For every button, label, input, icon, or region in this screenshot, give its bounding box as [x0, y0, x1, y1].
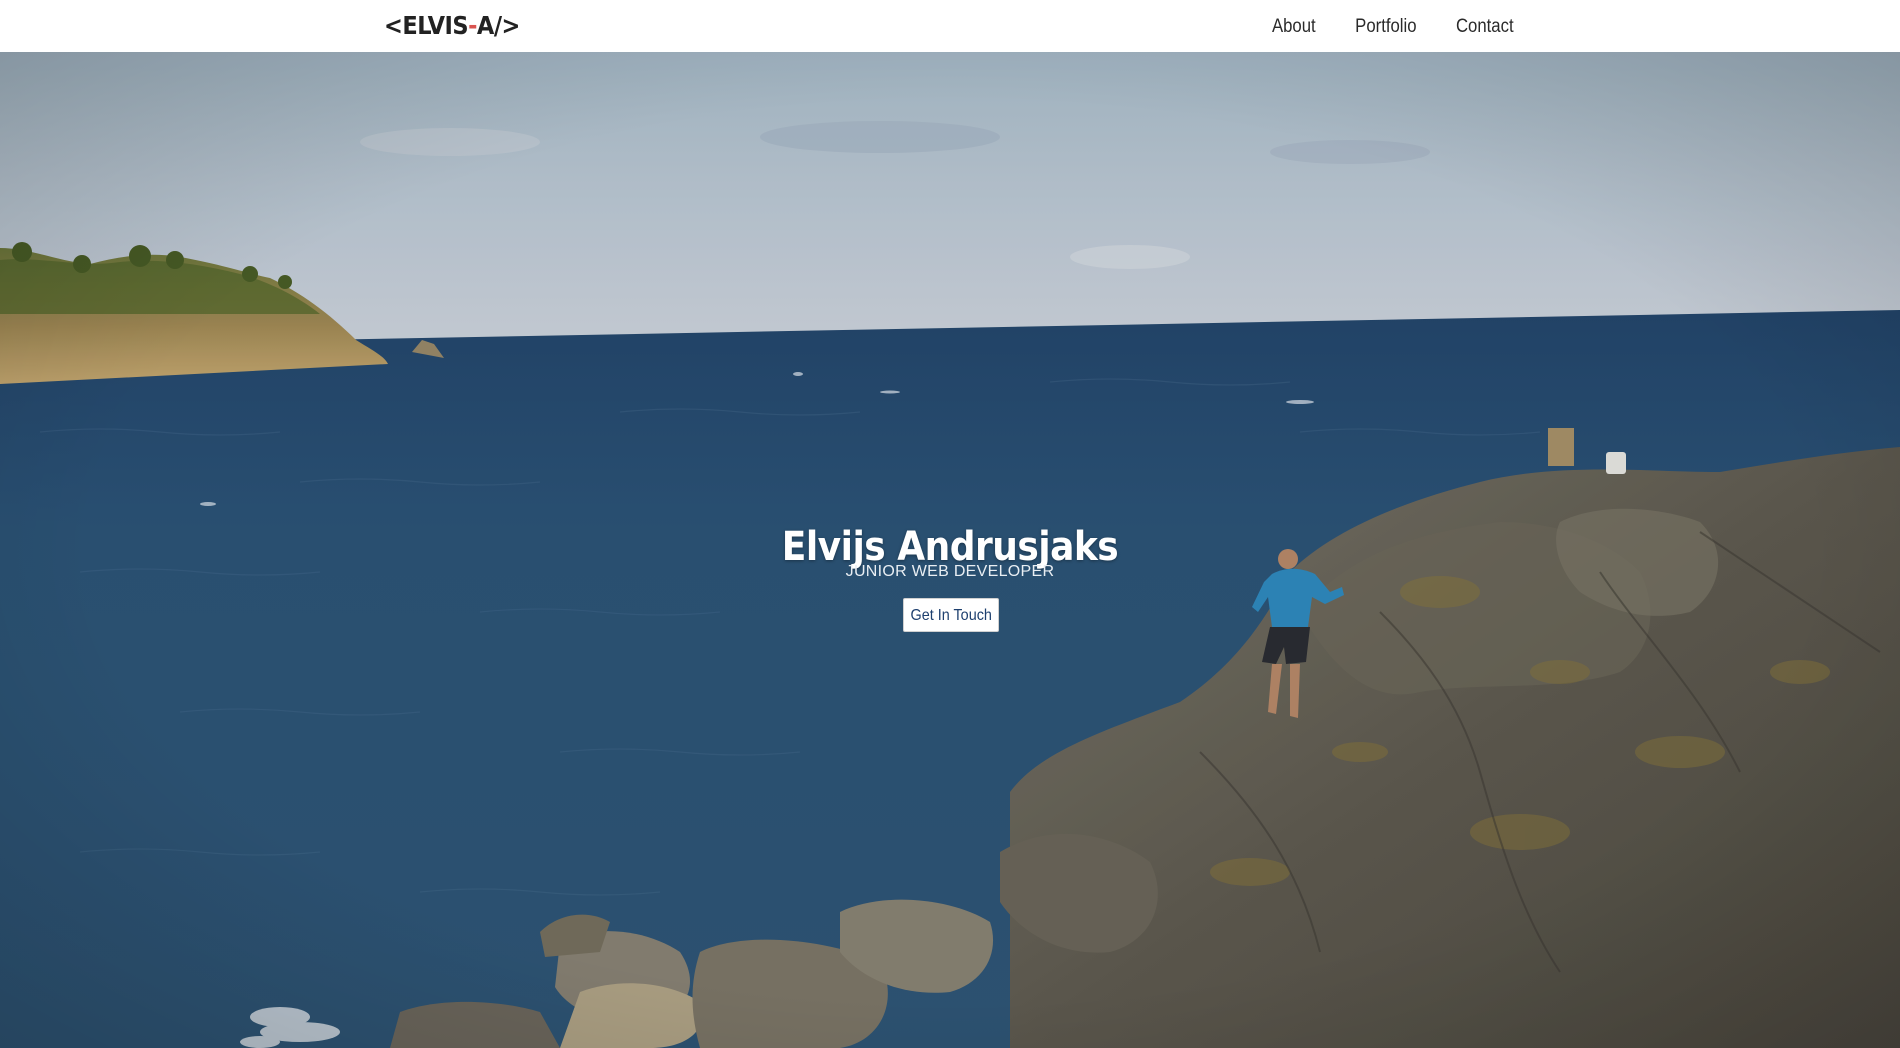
hero-section: Elvijs Andrusjaks JUNIOR WEB DEVELOPER G…: [0, 52, 1900, 1048]
nav-link-portfolio[interactable]: Portfolio: [1341, 14, 1430, 40]
brand-prefix: <ELVIS: [384, 11, 469, 40]
top-navbar: <ELVIS-A/> About Portfolio Contact: [0, 0, 1900, 52]
main-nav: About Portfolio Contact: [1253, 14, 1518, 40]
brand-dash: -: [468, 11, 477, 40]
hero-role: JUNIOR WEB DEVELOPER: [845, 563, 1055, 580]
get-in-touch-label: Get In Touch: [910, 607, 992, 624]
brand-logo[interactable]: <ELVIS-A/>: [384, 10, 520, 42]
brand-suffix: A/>: [476, 11, 520, 40]
nav-link-about[interactable]: About: [1258, 14, 1330, 40]
nav-link-contact[interactable]: Contact: [1441, 14, 1513, 40]
get-in-touch-button[interactable]: Get In Touch: [903, 598, 999, 632]
